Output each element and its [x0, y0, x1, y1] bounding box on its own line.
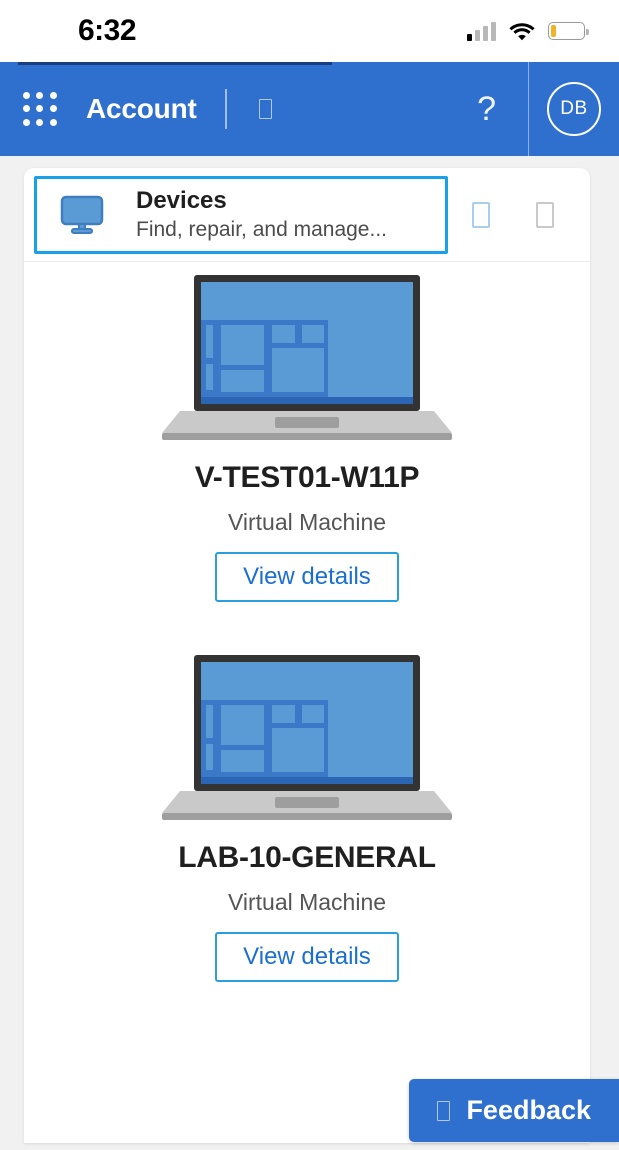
- section-actions: [472, 201, 590, 228]
- signal-bars-icon: [467, 21, 496, 41]
- devices-section-text: Devices Find, repair, and manage...: [136, 187, 387, 242]
- devices-section-header[interactable]: Devices Find, repair, and manage...: [24, 168, 590, 262]
- device-name: V-TEST01-W11P: [194, 461, 420, 494]
- header-missing-glyph-icon[interactable]: [258, 99, 272, 119]
- app-launcher-waffle-icon[interactable]: [20, 89, 60, 129]
- section-title: Devices: [136, 187, 227, 215]
- laptop-illustration: [162, 275, 452, 440]
- device-card: V-TEST01-W11P Virtual Machine View detai…: [24, 262, 590, 602]
- header-separator: [224, 89, 227, 129]
- mobile-screen: 6:32 Account ? DB Devices Find, repair, …: [0, 0, 619, 1150]
- wifi-icon: [509, 22, 535, 40]
- ios-status-bar: 6:32: [0, 0, 619, 62]
- laptop-illustration: [162, 655, 452, 820]
- header-accent-line: [18, 62, 332, 65]
- section-action-blue-missing-glyph-icon[interactable]: [472, 201, 490, 228]
- header-vertical-divider: [528, 62, 529, 156]
- device-type: Virtual Machine: [227, 509, 387, 535]
- device-name: LAB-10-GENERAL: [178, 841, 436, 874]
- avatar[interactable]: DB: [547, 82, 601, 136]
- help-button[interactable]: ?: [467, 92, 506, 126]
- view-details-button[interactable]: View details: [215, 552, 399, 602]
- device-type: Virtual Machine: [227, 889, 387, 915]
- content-card: Devices Find, repair, and manage... V-TE…: [24, 168, 590, 1143]
- status-icons: [467, 21, 589, 41]
- status-time: 6:32: [78, 14, 137, 47]
- section-subtitle: Find, repair, and manage...: [136, 217, 387, 241]
- section-action-gray-missing-glyph-icon[interactable]: [536, 201, 554, 228]
- device-card: LAB-10-GENERAL Virtual Machine View deta…: [24, 642, 590, 982]
- feedback-missing-glyph-icon: [437, 1100, 451, 1121]
- feedback-label: Feedback: [466, 1095, 591, 1125]
- battery-low-icon: [548, 22, 589, 40]
- feedback-button[interactable]: Feedback: [409, 1079, 619, 1142]
- view-details-button[interactable]: View details: [215, 932, 399, 982]
- app-title: Account: [86, 93, 197, 124]
- monitor-icon: [60, 195, 104, 234]
- app-header-bar: Account ? DB: [0, 62, 619, 156]
